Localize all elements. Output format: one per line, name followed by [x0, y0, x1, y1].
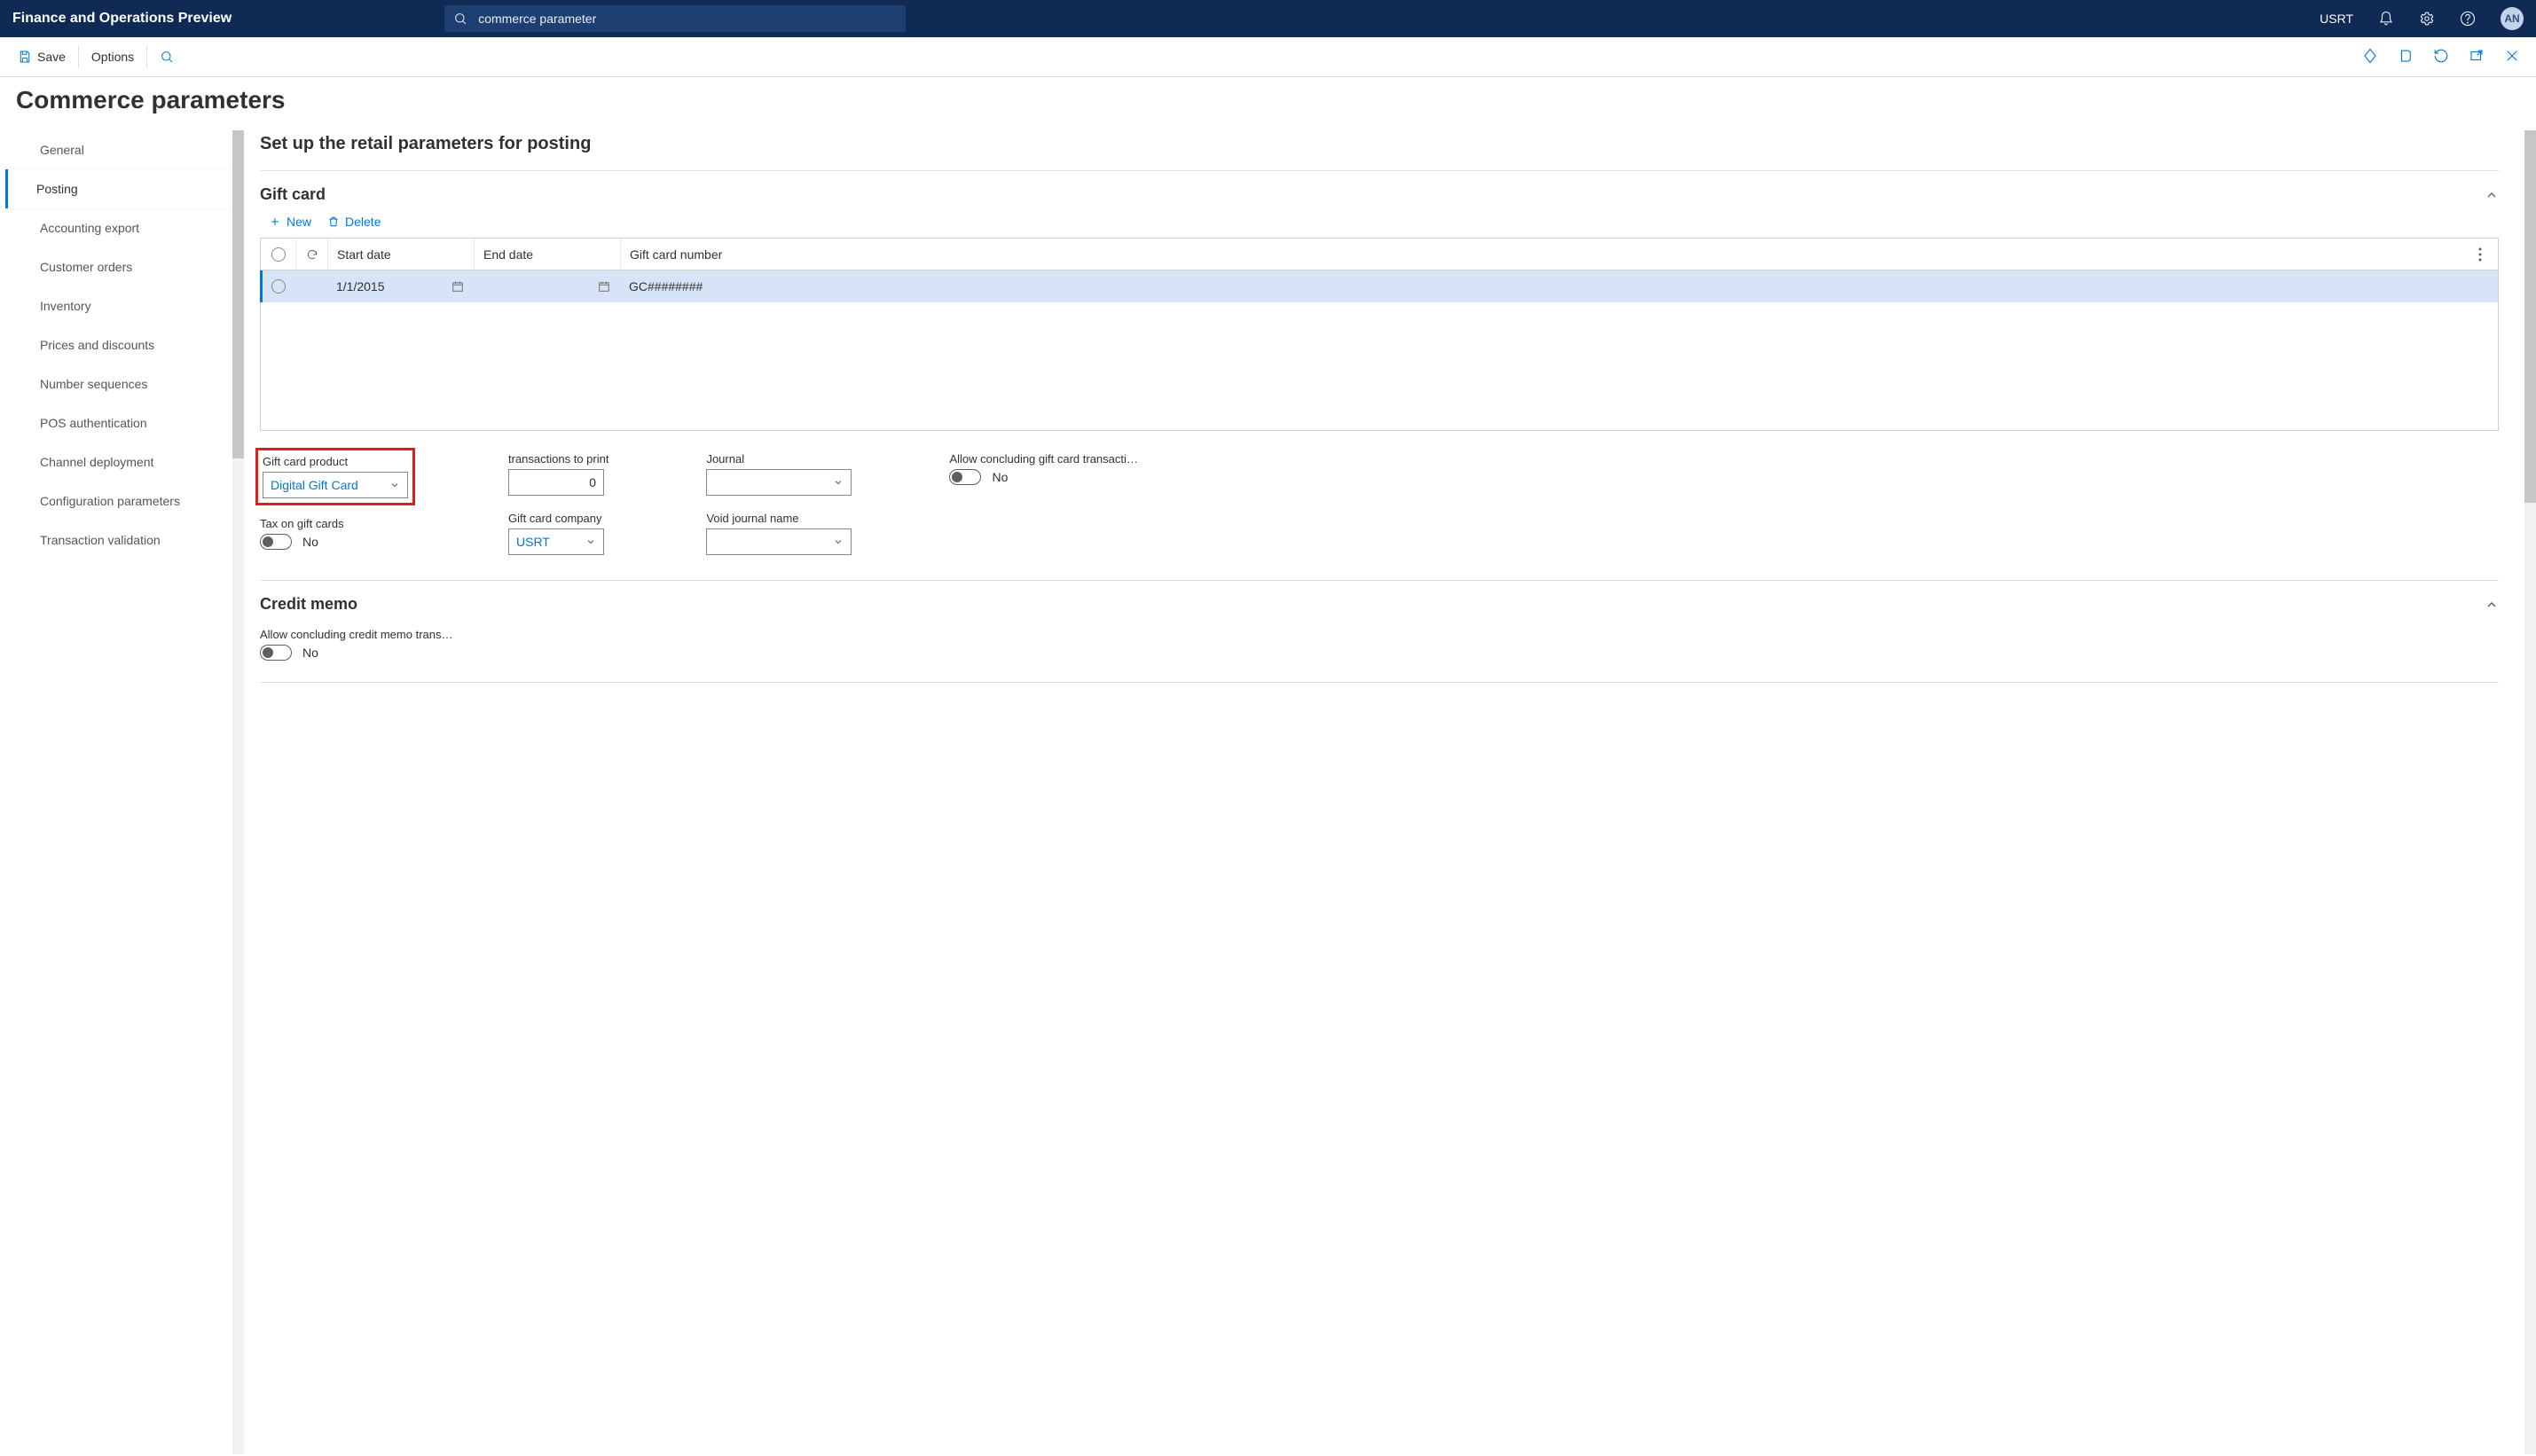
- nav-item-configuration-parameters[interactable]: Configuration parameters: [5, 481, 232, 521]
- chevron-up-icon[interactable]: [2485, 188, 2499, 202]
- grid-row[interactable]: 1/1/2015 GC########: [260, 270, 2498, 302]
- nav-item-inventory[interactable]: Inventory: [5, 286, 232, 325]
- content-scrollbar[interactable]: [2524, 130, 2536, 1454]
- label-allow-concluding-gc: Allow concluding gift card transacti…: [949, 452, 1137, 466]
- nav-item-posting[interactable]: Posting: [5, 169, 232, 208]
- settings-icon[interactable]: [2419, 11, 2435, 27]
- col-select-all[interactable]: [261, 239, 296, 270]
- select-gift-card-product[interactable]: Digital Gift Card: [263, 472, 408, 498]
- nav-item-general[interactable]: General: [5, 130, 232, 169]
- calendar-icon[interactable]: [598, 280, 610, 293]
- close-icon[interactable]: [2504, 48, 2520, 67]
- save-button[interactable]: Save: [9, 44, 75, 69]
- chevron-up-icon[interactable]: [2485, 598, 2499, 612]
- nav-item-accounting-export[interactable]: Accounting export: [5, 208, 232, 247]
- chevron-down-icon: [833, 477, 844, 488]
- label-transactions-to-print: transactions to print: [508, 452, 608, 466]
- chevron-down-icon: [389, 480, 400, 490]
- search-icon: [453, 12, 467, 26]
- content-heading: Set up the retail parameters for posting: [260, 134, 2499, 154]
- col-start-date[interactable]: Start date: [328, 239, 475, 270]
- global-search[interactable]: [444, 5, 906, 32]
- label-void-journal-name: Void journal name: [706, 512, 852, 525]
- section-credit-memo-title: Credit memo: [260, 595, 357, 614]
- legal-entity-label[interactable]: USRT: [2320, 12, 2353, 26]
- page-title: Commerce parameters: [0, 77, 2536, 130]
- col-end-date[interactable]: End date: [475, 239, 621, 270]
- toggle-allow-concluding-credit-memo[interactable]: [260, 645, 292, 661]
- calendar-icon[interactable]: [451, 280, 464, 293]
- toggle-allow-gc-value: No: [992, 470, 1008, 484]
- toggle-tax-on-gift-cards[interactable]: [260, 534, 292, 550]
- grid-new-button[interactable]: New: [269, 215, 311, 229]
- toggle-allow-cm-value: No: [302, 646, 318, 660]
- highlight-gift-card-product: Gift card product Digital Gift Card: [255, 448, 415, 505]
- notifications-icon[interactable]: [2378, 11, 2394, 27]
- help-icon[interactable]: [2460, 11, 2476, 27]
- cell-end-date[interactable]: [474, 270, 620, 302]
- nav-item-prices-discounts[interactable]: Prices and discounts: [5, 325, 232, 364]
- col-gift-card-number[interactable]: Gift card number: [621, 239, 2462, 270]
- label-allow-concluding-credit-memo: Allow concluding credit memo trans…: [260, 628, 2499, 641]
- grid-refresh-button[interactable]: [296, 239, 328, 270]
- options-button[interactable]: Options: [82, 44, 143, 69]
- select-gift-card-company[interactable]: USRT: [508, 528, 604, 555]
- grid-delete-button[interactable]: Delete: [327, 215, 381, 229]
- select-journal[interactable]: [706, 469, 852, 496]
- nav-item-number-sequences[interactable]: Number sequences: [5, 364, 232, 403]
- gift-card-grid: Start date End date Gift card number 1/1…: [260, 238, 2499, 431]
- label-gift-card-company: Gift card company: [508, 512, 608, 525]
- refresh-icon[interactable]: [2433, 48, 2449, 67]
- nav-item-customer-orders[interactable]: Customer orders: [5, 247, 232, 286]
- toggle-tax-value: No: [302, 535, 318, 549]
- office-icon[interactable]: [2398, 48, 2414, 67]
- grid-more-icon[interactable]: [2462, 247, 2498, 262]
- sidebar-scrollbar[interactable]: [232, 130, 244, 1454]
- select-void-journal-name[interactable]: [706, 528, 852, 555]
- app-topbar: Finance and Operations Preview USRT AN: [0, 0, 2536, 37]
- attach-icon[interactable]: [2362, 48, 2378, 67]
- section-gift-card-title: Gift card: [260, 185, 326, 204]
- user-avatar[interactable]: AN: [2501, 7, 2524, 30]
- popout-icon[interactable]: [2469, 48, 2485, 67]
- action-bar: Save Options: [0, 37, 2536, 77]
- chevron-down-icon: [833, 536, 844, 547]
- search-input[interactable]: [476, 11, 897, 27]
- app-title: Finance and Operations Preview: [12, 11, 232, 27]
- cell-gift-card-number[interactable]: GC########: [620, 270, 2462, 302]
- toggle-allow-concluding-gc[interactable]: [949, 469, 981, 485]
- nav-item-channel-deployment[interactable]: Channel deployment: [5, 442, 232, 481]
- row-select-radio[interactable]: [271, 279, 286, 294]
- section-credit-memo: Credit memo Allow concluding credit memo…: [260, 590, 2499, 661]
- nav-item-pos-authentication[interactable]: POS authentication: [5, 403, 232, 442]
- chevron-down-icon: [585, 536, 596, 547]
- section-gift-card: Gift card New Delete: [260, 180, 2499, 555]
- cell-start-date[interactable]: 1/1/2015: [327, 270, 474, 302]
- nav-item-transaction-validation[interactable]: Transaction validation: [5, 521, 232, 560]
- input-transactions-to-print[interactable]: 0: [508, 469, 604, 496]
- label-gift-card-product: Gift card product: [263, 455, 408, 468]
- left-nav: General Posting Accounting export Custom…: [0, 130, 232, 1454]
- label-journal: Journal: [706, 452, 852, 466]
- label-tax-on-gift-cards: Tax on gift cards: [260, 517, 411, 530]
- find-button[interactable]: [151, 44, 183, 69]
